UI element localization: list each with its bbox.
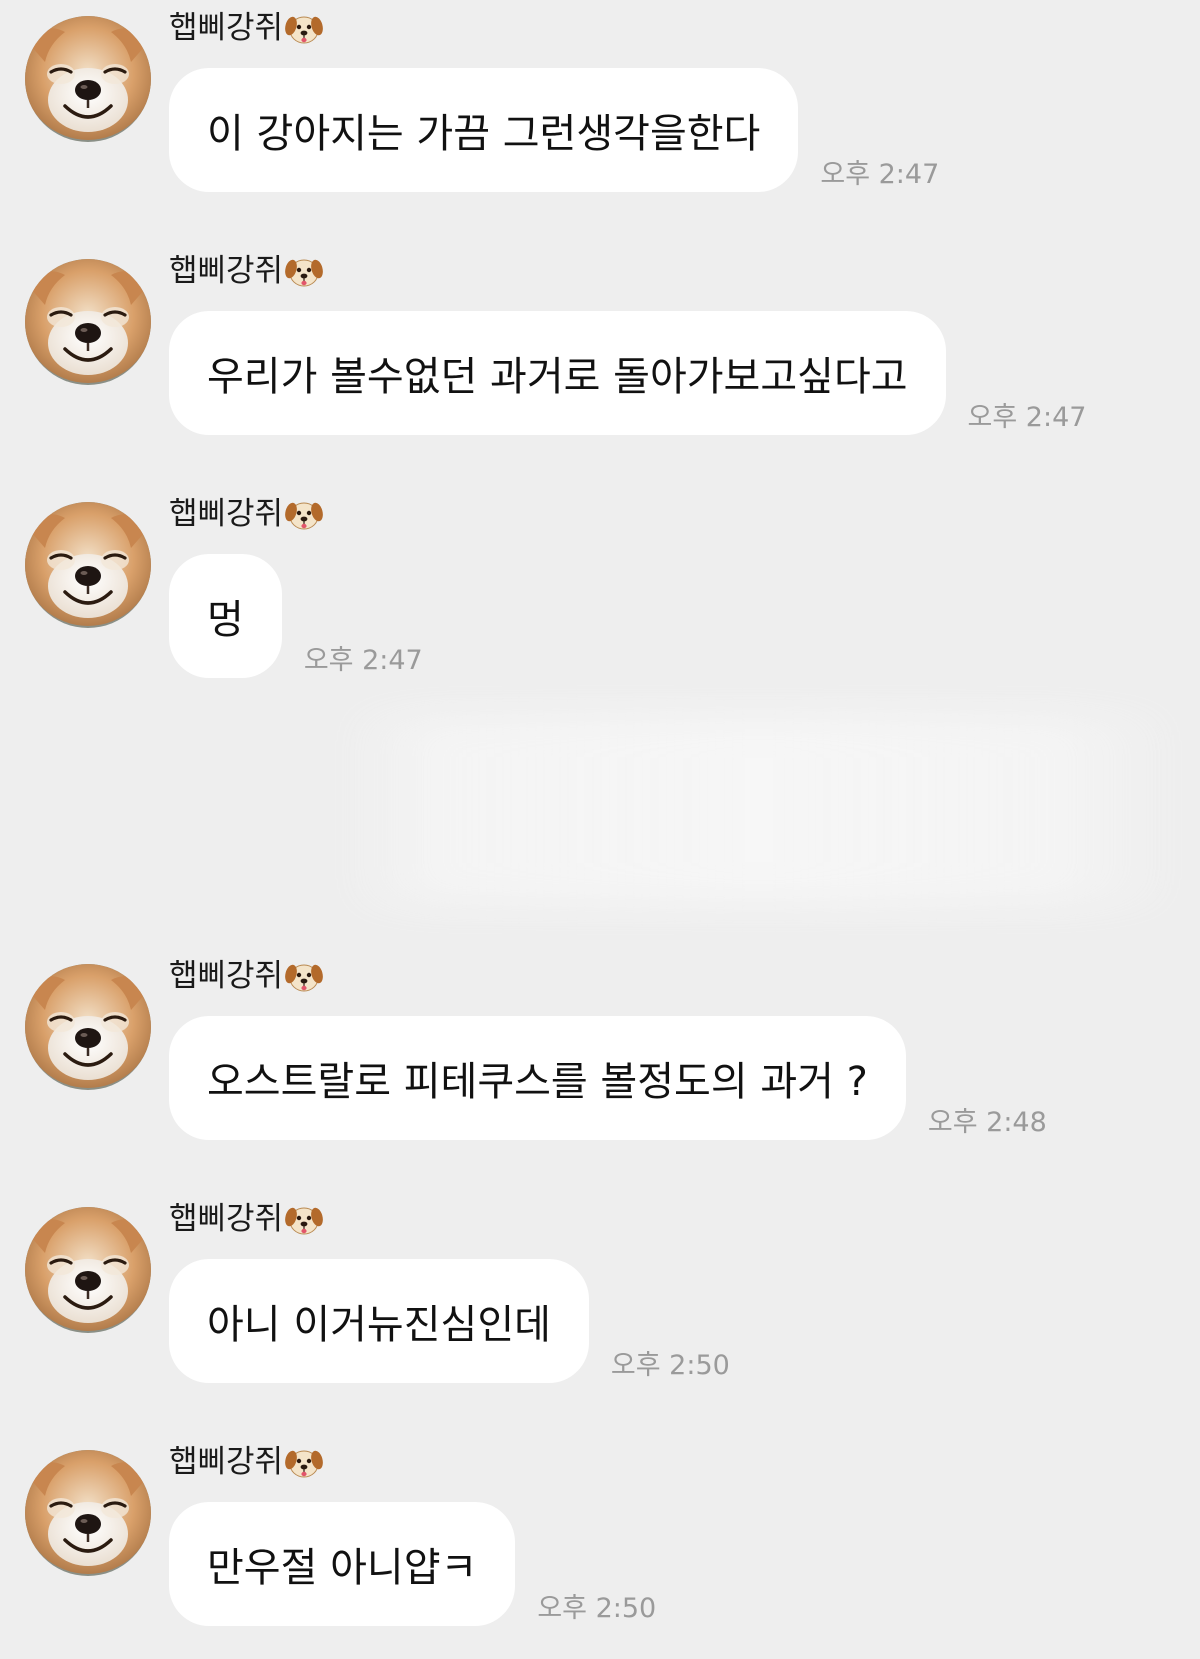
message-bubble[interactable]: 이 강아지는 가끔 그런생각을한다 — [169, 68, 799, 192]
dog-face-emoji-icon — [285, 495, 323, 533]
message-time: 오후 2:47 — [303, 645, 423, 676]
message-row: 햅삐강쥐 우리가 볼수없던 과거로 돌아가보고싶다고 오후 2:47 — [0, 243, 1200, 443]
message-bubble[interactable]: 오스트랄로 피테쿠스를 볼정도의 과거 ? — [169, 1016, 906, 1140]
dog-face-emoji-icon — [285, 1443, 323, 1481]
message-bubble[interactable]: 만우절 아니얍ㅋ — [169, 1502, 516, 1626]
message-bubble[interactable]: 우리가 볼수없던 과거로 돌아가보고싶다고 — [169, 311, 946, 435]
dog-face-emoji-icon — [285, 9, 323, 47]
sender-name-text: 햅삐강쥐 — [169, 496, 284, 532]
dog-face-emoji-icon — [285, 957, 323, 995]
message-row: 햅삐강쥐 아니 이거뉴진심인데 오후 2:50 — [0, 1191, 1200, 1391]
sender-name-text: 햅삐강쥐 — [169, 253, 284, 289]
bubble-row: 우리가 볼수없던 과거로 돌아가보고싶다고 오후 2:47 — [169, 311, 1086, 435]
sender-name: 햅삐강쥐 — [169, 1199, 323, 1239]
message-time: 오후 2:48 — [927, 1107, 1047, 1138]
message-bubble[interactable]: 아니 이거뉴진심인데 — [169, 1259, 589, 1383]
dog-face-emoji-icon — [285, 252, 323, 290]
message-time: 오후 2:47 — [820, 159, 940, 190]
message-row: 햅삐강쥐 만우절 아니얍ㅋ 오후 2:50 — [0, 1434, 1200, 1634]
message-row: 햅삐강쥐 멍 오후 2:47 — [0, 486, 1200, 686]
bubble-row: 만우절 아니얍ㅋ 오후 2:50 — [169, 1502, 656, 1626]
bubble-row: 이 강아지는 가끔 그런생각을한다 오후 2:47 — [169, 68, 939, 192]
sender-name: 햅삐강쥐 — [169, 1442, 323, 1482]
sender-name: 햅삐강쥐 — [169, 8, 323, 48]
message-time: 오후 2:47 — [967, 402, 1087, 433]
sender-name: 햅삐강쥐 — [169, 251, 323, 291]
sender-avatar[interactable] — [25, 964, 151, 1090]
bubble-row: 멍 오후 2:47 — [169, 554, 423, 678]
sender-name-text: 햅삐강쥐 — [169, 1444, 284, 1480]
sender-name-text: 햅삐강쥐 — [169, 1201, 284, 1237]
sender-name-text: 햅삐강쥐 — [169, 958, 284, 994]
sender-avatar[interactable] — [25, 16, 151, 142]
message-bubble[interactable]: 멍 — [169, 554, 282, 678]
erased-region — [340, 715, 1180, 905]
sender-avatar[interactable] — [25, 259, 151, 385]
message-time: 오후 2:50 — [610, 1350, 730, 1381]
message-time: 오후 2:50 — [537, 1593, 657, 1624]
sender-name: 햅삐강쥐 — [169, 494, 323, 534]
dog-face-emoji-icon — [285, 1200, 323, 1238]
sender-avatar[interactable] — [25, 1207, 151, 1333]
sender-name: 햅삐강쥐 — [169, 956, 323, 996]
sender-name-text: 햅삐강쥐 — [169, 10, 284, 46]
message-row: 햅삐강쥐 오스트랄로 피테쿠스를 볼정도의 과거 ? 오후 2:48 — [0, 948, 1200, 1148]
bubble-row: 아니 이거뉴진심인데 오후 2:50 — [169, 1259, 730, 1383]
bubble-row: 오스트랄로 피테쿠스를 볼정도의 과거 ? 오후 2:48 — [169, 1016, 1047, 1140]
sender-avatar[interactable] — [25, 502, 151, 628]
sender-avatar[interactable] — [25, 1450, 151, 1576]
message-row: 햅삐강쥐 이 강아지는 가끔 그런생각을한다 오후 2:47 — [0, 0, 1200, 200]
